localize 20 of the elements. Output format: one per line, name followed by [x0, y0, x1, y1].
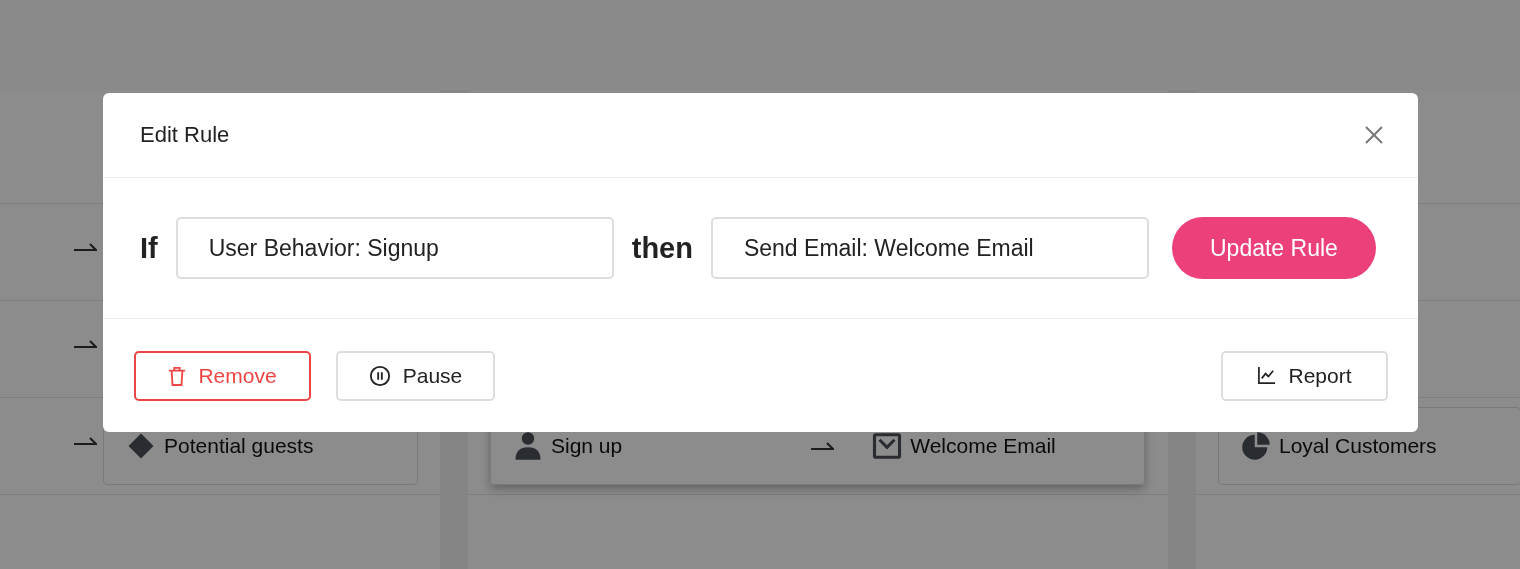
person-icon: [513, 431, 543, 461]
update-rule-button[interactable]: Update Rule: [1171, 217, 1376, 279]
trigger-name: Sign up: [551, 434, 623, 458]
pause-icon: [368, 364, 391, 387]
action-field[interactable]: Send Email: Welcome Email: [710, 217, 1149, 279]
envelope-icon: [872, 431, 903, 461]
trash-icon: [168, 365, 187, 386]
condition-field[interactable]: User Behavior: Signup: [175, 217, 614, 279]
line-chart-icon: [1257, 366, 1277, 385]
then-label: then: [631, 231, 693, 265]
close-icon: [1364, 125, 1384, 145]
dialog-title: Edit Rule: [140, 122, 230, 148]
pie-icon: [1241, 431, 1271, 461]
audience-name: Loyal Customers: [1279, 434, 1437, 458]
segment-name: Potential guests: [164, 434, 314, 458]
if-label: If: [140, 231, 158, 265]
remove-button[interactable]: Remove: [134, 350, 311, 401]
pause-button[interactable]: Pause: [336, 350, 495, 401]
action-name: Welcome Email: [910, 434, 1056, 458]
report-button[interactable]: Report: [1221, 350, 1388, 401]
